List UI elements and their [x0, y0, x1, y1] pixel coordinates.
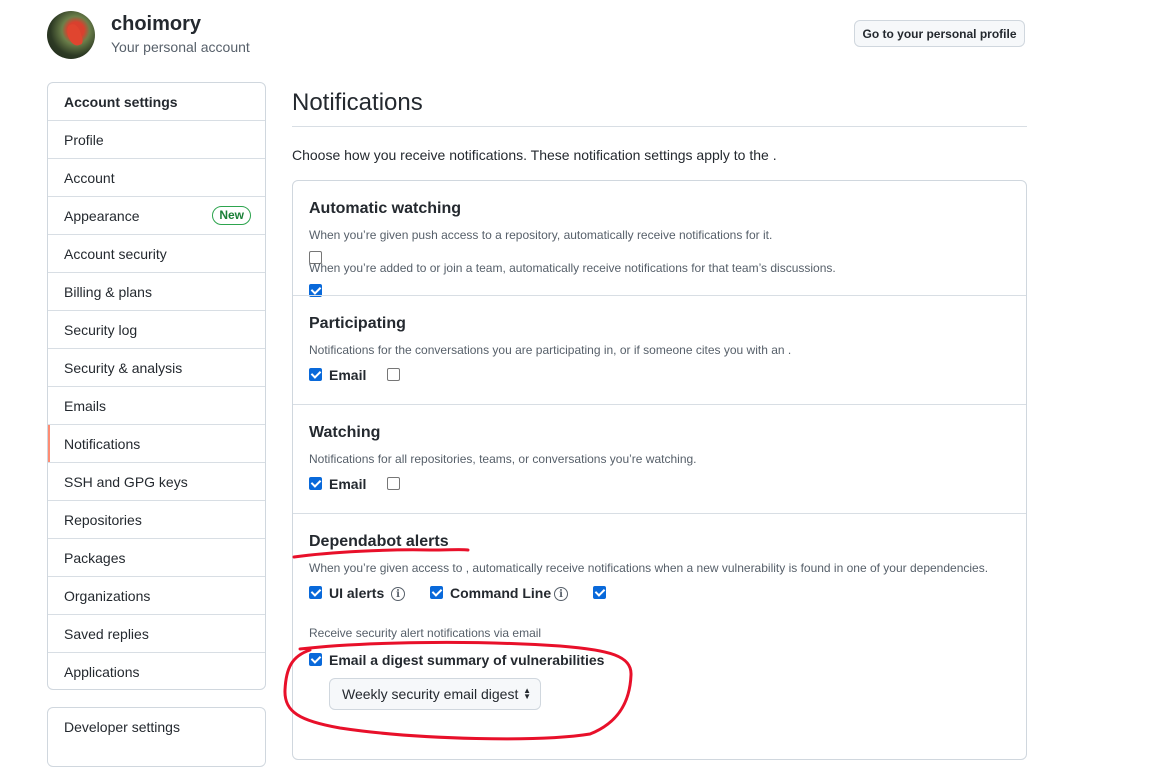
sidebar-item-packages[interactable]: Packages: [48, 538, 265, 576]
participating-email-checkbox[interactable]: [309, 368, 322, 381]
ui-alerts-checkbox[interactable]: [309, 586, 322, 599]
participating-email-label[interactable]: Email: [329, 367, 366, 383]
developer-settings-box: Developer settings: [47, 707, 266, 767]
title-divider: [292, 126, 1027, 127]
sidebar-item-developer-settings[interactable]: Developer settings: [48, 708, 265, 746]
sidebar-item-label: Appearance: [64, 207, 140, 224]
sidebar-item-label: SSH and GPG keys: [64, 473, 188, 490]
sidebar-item-label: Repositories: [64, 511, 142, 528]
sidebar-item-organizations[interactable]: Organizations: [48, 576, 265, 614]
section-divider: [293, 513, 1026, 514]
digest-frequency-select[interactable]: Weekly security email digest ▲ ▼: [329, 678, 541, 710]
dependabot-desc: When you’re given access to , automatica…: [309, 561, 989, 575]
ui-alerts-label[interactable]: UI alerts: [329, 585, 384, 601]
sidebar-item-label: Packages: [64, 549, 126, 566]
web-alerts-checkbox[interactable]: [593, 586, 606, 599]
sidebar-item-account[interactable]: Account: [48, 158, 265, 196]
info-icon[interactable]: i: [391, 587, 405, 601]
sidebar-item-repositories[interactable]: Repositories: [48, 500, 265, 538]
sidebar-heading: Account settings: [64, 93, 178, 110]
sidebar-item-appearance[interactable]: Appearance New: [48, 196, 265, 234]
sidebar-item-label: Account: [64, 169, 115, 186]
automatic-watching-desc-team: When you’re added to or join a team, aut…: [309, 261, 836, 275]
participating-web-checkbox[interactable]: [387, 368, 400, 381]
sidebar-item-security-analysis[interactable]: Security & analysis: [48, 348, 265, 386]
automatic-watching-title: Automatic watching: [309, 200, 462, 217]
page-title: Notifications: [292, 89, 423, 116]
participating-title: Participating: [309, 315, 406, 332]
info-icon[interactable]: i: [554, 587, 568, 601]
sidebar-item-label: Notifications: [64, 435, 141, 452]
sidebar-item-billing[interactable]: Billing & plans: [48, 272, 265, 310]
participating-desc: Notifications for the conversations you …: [309, 343, 792, 357]
section-divider: [293, 404, 1026, 405]
sidebar-item-label: Profile: [64, 131, 104, 148]
command-line-label[interactable]: Command Line: [450, 585, 551, 601]
sidebar-item-emails[interactable]: Emails: [48, 386, 265, 424]
section-divider: [293, 295, 1026, 296]
avatar[interactable]: [47, 11, 95, 59]
sidebar-item-saved-replies[interactable]: Saved replies: [48, 614, 265, 652]
select-caret-icon: ▲ ▼: [523, 686, 531, 701]
sidebar-item-notifications[interactable]: Notifications: [48, 424, 265, 462]
sidebar-item-label: Organizations: [64, 587, 151, 604]
sidebar-item-label: Account security: [64, 245, 167, 262]
sidebar-item-account-security[interactable]: Account security: [48, 234, 265, 272]
new-badge: New: [212, 206, 251, 225]
command-line-checkbox[interactable]: [430, 586, 443, 599]
go-to-profile-button[interactable]: Go to your personal profile: [854, 20, 1025, 47]
dependabot-alerts-title: Dependabot alerts: [309, 533, 449, 550]
sidebar-item-label: Security & analysis: [64, 359, 183, 376]
sidebar-item-applications[interactable]: Applications: [48, 652, 265, 689]
sidebar-item-label: Security log: [64, 321, 138, 338]
email-digest-label[interactable]: Email a digest summary of vulnerabilitie…: [329, 652, 604, 668]
email-digest-checkbox[interactable]: [309, 653, 322, 666]
sidebar-item-label: Applications: [64, 663, 140, 680]
sidebar-item-ssh-gpg-keys[interactable]: SSH and GPG keys: [48, 462, 265, 500]
watching-desc: Notifications for all repositories, team…: [309, 452, 697, 466]
watching-web-checkbox[interactable]: [387, 477, 400, 490]
email-alerts-heading: Receive security alert notifications via…: [309, 626, 542, 640]
intro-text: Choose how you receive notifications. Th…: [292, 147, 777, 163]
watching-email-checkbox[interactable]: [309, 477, 322, 490]
digest-frequency-value: Weekly security email digest: [342, 686, 519, 702]
sidebar-item-security-log[interactable]: Security log: [48, 310, 265, 348]
watching-title: Watching: [309, 424, 381, 441]
sidebar-item-label: Saved replies: [64, 625, 149, 642]
settings-sidebar: Account settings Profile Account Appeara…: [47, 82, 266, 690]
username[interactable]: choimory: [111, 13, 201, 36]
watching-email-label[interactable]: Email: [329, 476, 366, 492]
sidebar-item-label: Emails: [64, 397, 107, 414]
account-subtitle: Your personal account: [111, 39, 250, 55]
sidebar-item-profile[interactable]: Profile: [48, 120, 265, 158]
automatic-watching-desc-repo: When you’re given push access to a repos…: [309, 228, 773, 242]
sidebar-item-label: Billing & plans: [64, 283, 152, 300]
